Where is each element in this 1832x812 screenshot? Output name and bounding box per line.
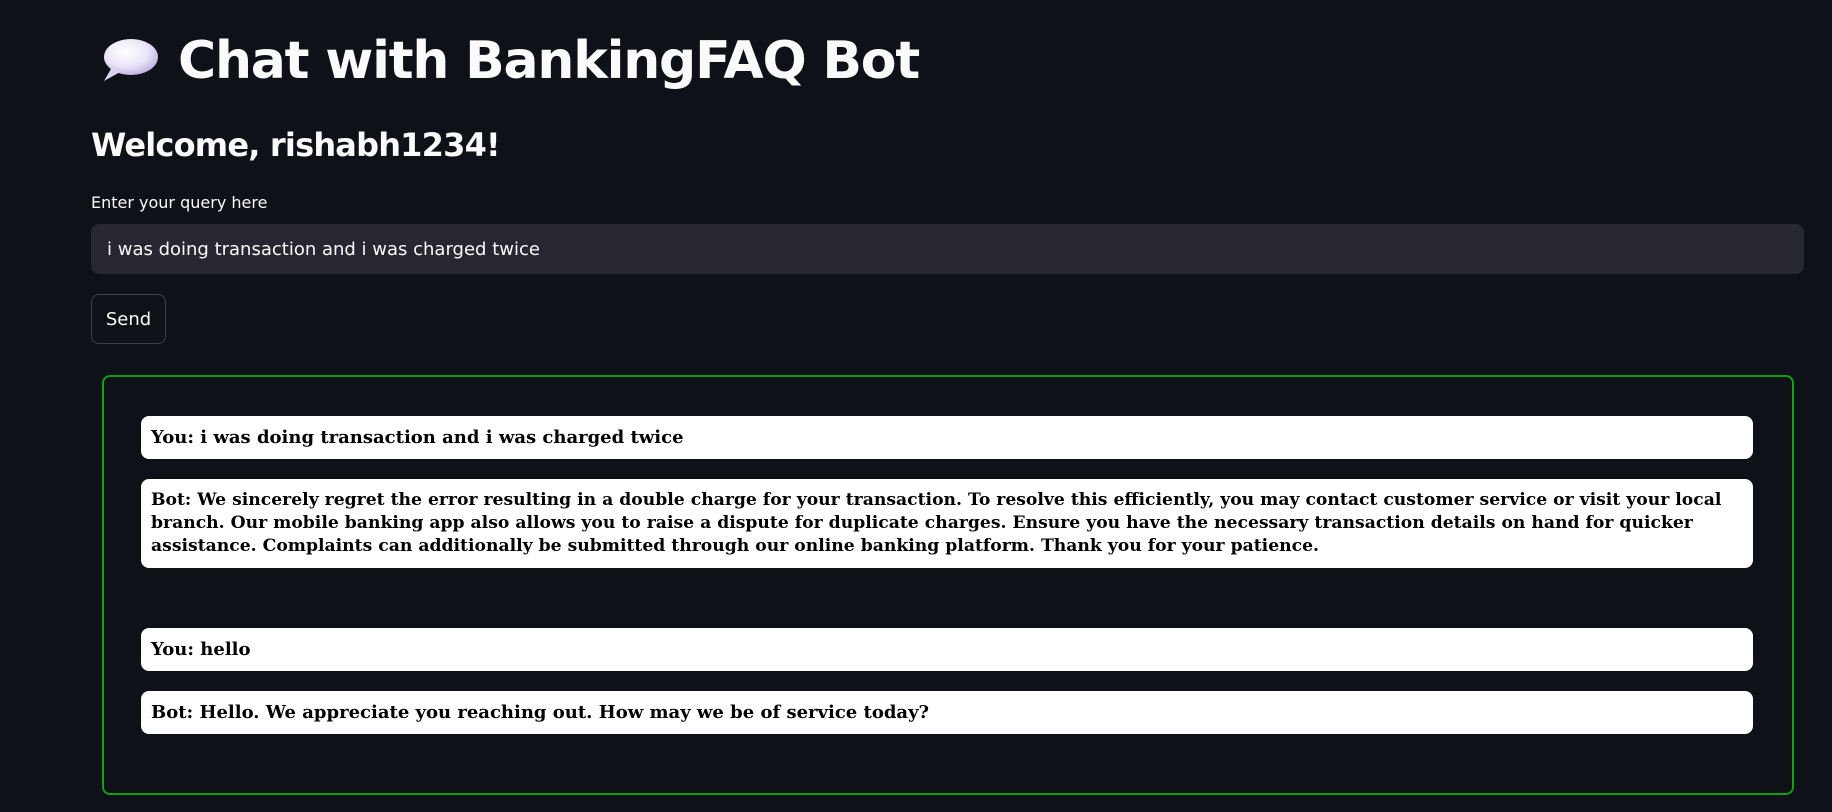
speech-balloon-icon xyxy=(98,33,160,89)
send-button[interactable]: Send xyxy=(91,294,166,344)
bot-message: Bot: We sincerely regret the error resul… xyxy=(141,479,1753,568)
query-input-label: Enter your query here xyxy=(91,193,268,212)
user-message: You: hello xyxy=(141,628,1753,671)
query-input[interactable] xyxy=(91,224,1804,274)
page-title: Chat with BankingFAQ Bot xyxy=(178,31,920,91)
welcome-heading: Welcome, rishabh1234! xyxy=(91,126,501,164)
user-message: You: i was doing transaction and i was c… xyxy=(141,416,1753,459)
title-row: Chat with BankingFAQ Bot xyxy=(98,26,920,96)
bot-message: Bot: Hello. We appreciate you reaching o… xyxy=(141,691,1753,734)
